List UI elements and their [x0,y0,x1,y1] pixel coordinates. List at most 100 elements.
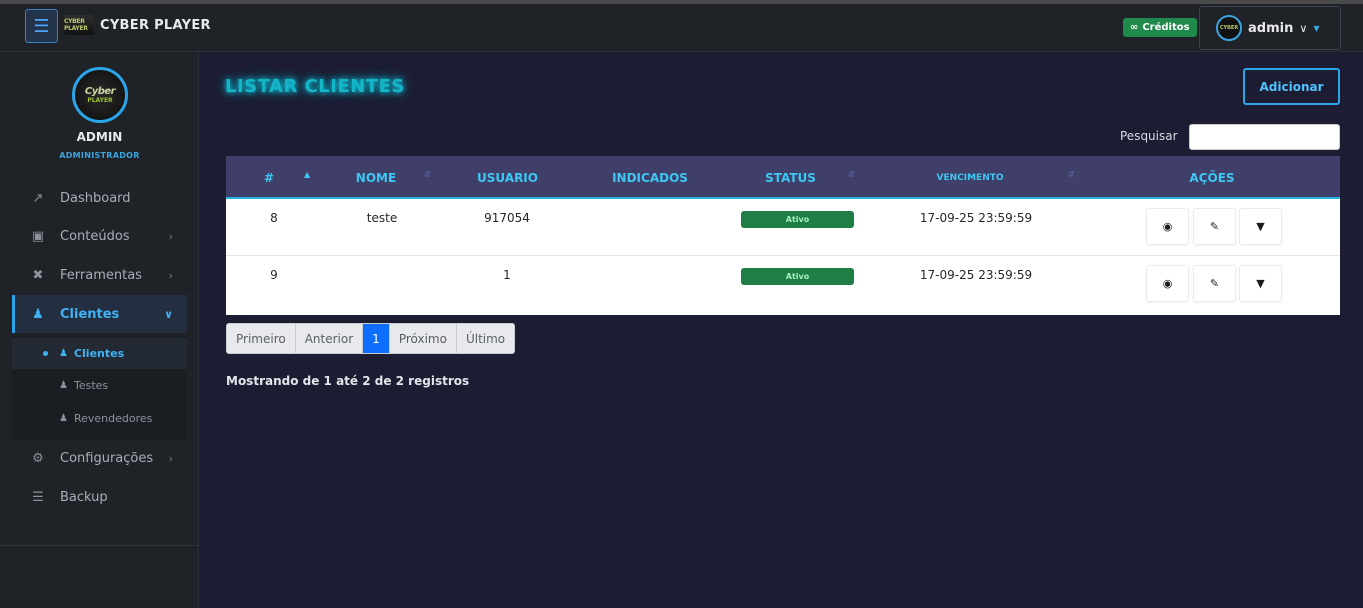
edit-icon: ✎ [1209,277,1220,290]
search-label: Pesquisar [1120,129,1178,143]
submenu-item-label: Testes [73,379,109,392]
chevron-right-icon: › [168,451,173,465]
chevron-down-icon: ∨ [164,307,173,321]
column-header-acoes: AÇÕES [1189,170,1235,185]
brand-name: CYBER PLAYER [100,17,211,33]
submenu-item-label: Revendedores [73,412,153,425]
credits-label: Créditos [1142,22,1190,33]
cell-usuario: 917054 [484,211,530,225]
page-last[interactable]: Último [456,324,515,353]
database-icon: ☰ [32,489,44,505]
sort-asc-icon: ▲ [304,170,311,179]
submenu-item-testes[interactable]: ♟ Testes [12,370,187,401]
page-next[interactable]: Próximo [389,324,457,353]
boxes-icon: ▣ [31,228,45,244]
sidebar-item-label: Conteúdos [60,228,130,244]
edit-button[interactable]: ✎ [1193,265,1236,302]
sidebar-item-label: Backup [60,489,108,505]
caret-down-icon: ▼ [1256,277,1265,290]
table-row: 9 1 Ativo 17-09-25 23:59:59 ◉ ✎ ▼ [226,256,1340,313]
submenu-item-label: Clientes [73,347,125,360]
column-header-nome[interactable]: NOME [312,156,440,199]
active-dot [43,351,48,356]
sort-icon: ⇵ [1068,170,1075,179]
user-check-icon: ♟ [59,348,68,359]
column-header-indicados[interactable]: INDICADOS [575,156,725,199]
page-previous[interactable]: Anterior [295,324,364,353]
sidebar-item-conteudos[interactable]: ▣ Conteúdos › [12,217,187,255]
user-menu[interactable]: CYBER admin ∨ ▼ [1199,6,1341,50]
sidebar-item-label: Configurações [60,450,154,466]
cell-vencimento: 17-09-25 23:59:59 [919,211,1033,225]
add-button[interactable]: Adicionar [1243,68,1340,105]
sidebar-item-ferramentas[interactable]: ✖ Ferramentas › [12,256,187,294]
column-header-id[interactable]: # [226,156,312,199]
column-header-status[interactable]: STATUS [725,156,856,199]
sidebar-item-backup[interactable]: ☰ Backup [12,478,187,516]
sort-icon: ⇵ [848,170,855,179]
infinity-icon: ∞ [1130,22,1139,33]
avatar-logo-line1: Cyber [84,86,116,97]
cell-usuario: 1 [503,268,511,282]
chevron-right-icon: › [168,268,173,282]
view-button[interactable]: ◉ [1146,265,1189,302]
sidebar-item-label: Ferramentas [60,267,142,283]
chart-line-icon: ↗ [32,190,44,206]
user-clock-icon: ♟ [59,380,68,391]
submenu-item-revendedores[interactable]: ♟ Revendedores [12,403,187,434]
sidebar-user-name: ADMIN [76,130,123,144]
user-tie-icon: ♟ [59,413,68,424]
clientes-submenu: ♟ Clientes ♟ Testes ♟ Revendedores [12,336,187,439]
more-actions-button[interactable]: ▼ [1239,265,1282,302]
cell-nome: teste [366,211,398,225]
edit-button[interactable]: ✎ [1193,208,1236,245]
cell-vencimento: 17-09-25 23:59:59 [919,268,1033,282]
sidebar-avatar: Cyber PLAYER [72,67,128,123]
sidebar-item-dashboard[interactable]: ↗ Dashboard [12,179,187,217]
table-info: Mostrando de 1 até 2 de 2 registros [226,374,470,388]
search-input[interactable] [1189,124,1340,150]
sort-icon: ⇵ [424,170,431,179]
brand[interactable]: CYBER PLAYER CYBER PLAYER [64,15,211,35]
eye-icon: ◉ [1162,277,1173,290]
pagination: Primeiro Anterior 1 Próximo Último [226,323,516,354]
edit-icon: ✎ [1209,220,1220,233]
sidebar-user-role: ADMINISTRADOR [59,151,140,160]
caret-down-icon: ▼ [1313,23,1320,33]
clients-table: # ▲ NOME ⇵ USUARIO INDICADOS STATUS ⇵ VE… [226,156,1340,315]
sidebar-item-clientes[interactable]: ♟ Clientes ∨ [12,295,187,333]
status-badge: Ativo [741,268,854,285]
table-row: 8 teste 917054 Ativo 17-09-25 23:59:59 ◉… [226,199,1340,256]
page-title: LISTAR CLIENTES [225,76,405,97]
chevron-right-icon: › [168,229,173,243]
credits-badge[interactable]: ∞ Créditos [1123,18,1197,37]
sidebar: Cyber PLAYER ADMIN ADMINISTRADOR ↗ Dashb… [0,52,199,608]
more-actions-button[interactable]: ▼ [1239,208,1282,245]
users-icon: ♟ [32,306,44,322]
topbar: ☰ CYBER PLAYER CYBER PLAYER ∞ Créditos C… [0,4,1363,52]
cell-id: 8 [270,211,278,225]
user-name: admin [1248,20,1294,36]
status-badge: Ativo [741,211,854,228]
submenu-item-clientes[interactable]: ♟ Clientes [12,338,187,369]
sidebar-item-configuracoes[interactable]: ⚙ Configurações › [12,439,187,477]
table-header: # ▲ NOME ⇵ USUARIO INDICADOS STATUS ⇵ VE… [226,156,1340,199]
sidebar-item-label: Clientes [60,306,120,322]
brand-logo: CYBER PLAYER [64,15,94,35]
cogs-icon: ⚙ [32,450,44,466]
avatar-logo-line2: PLAYER [87,97,113,104]
sidebar-divider [0,545,199,546]
page-current[interactable]: 1 [363,324,390,353]
column-header-vencimento[interactable]: VENCIMENTO [856,156,1084,199]
page-first[interactable]: Primeiro [227,324,296,353]
chevron-down-icon: ∨ [1299,21,1308,35]
avatar: CYBER [1216,15,1242,41]
view-button[interactable]: ◉ [1146,208,1189,245]
eye-icon: ◉ [1162,220,1173,233]
sidebar-item-label: Dashboard [60,190,131,206]
hamburger-icon: ☰ [33,15,50,37]
cell-id: 9 [270,268,278,282]
menu-toggle-button[interactable]: ☰ [25,9,58,43]
tools-icon: ✖ [32,267,44,283]
column-header-usuario[interactable]: USUARIO [440,156,575,199]
